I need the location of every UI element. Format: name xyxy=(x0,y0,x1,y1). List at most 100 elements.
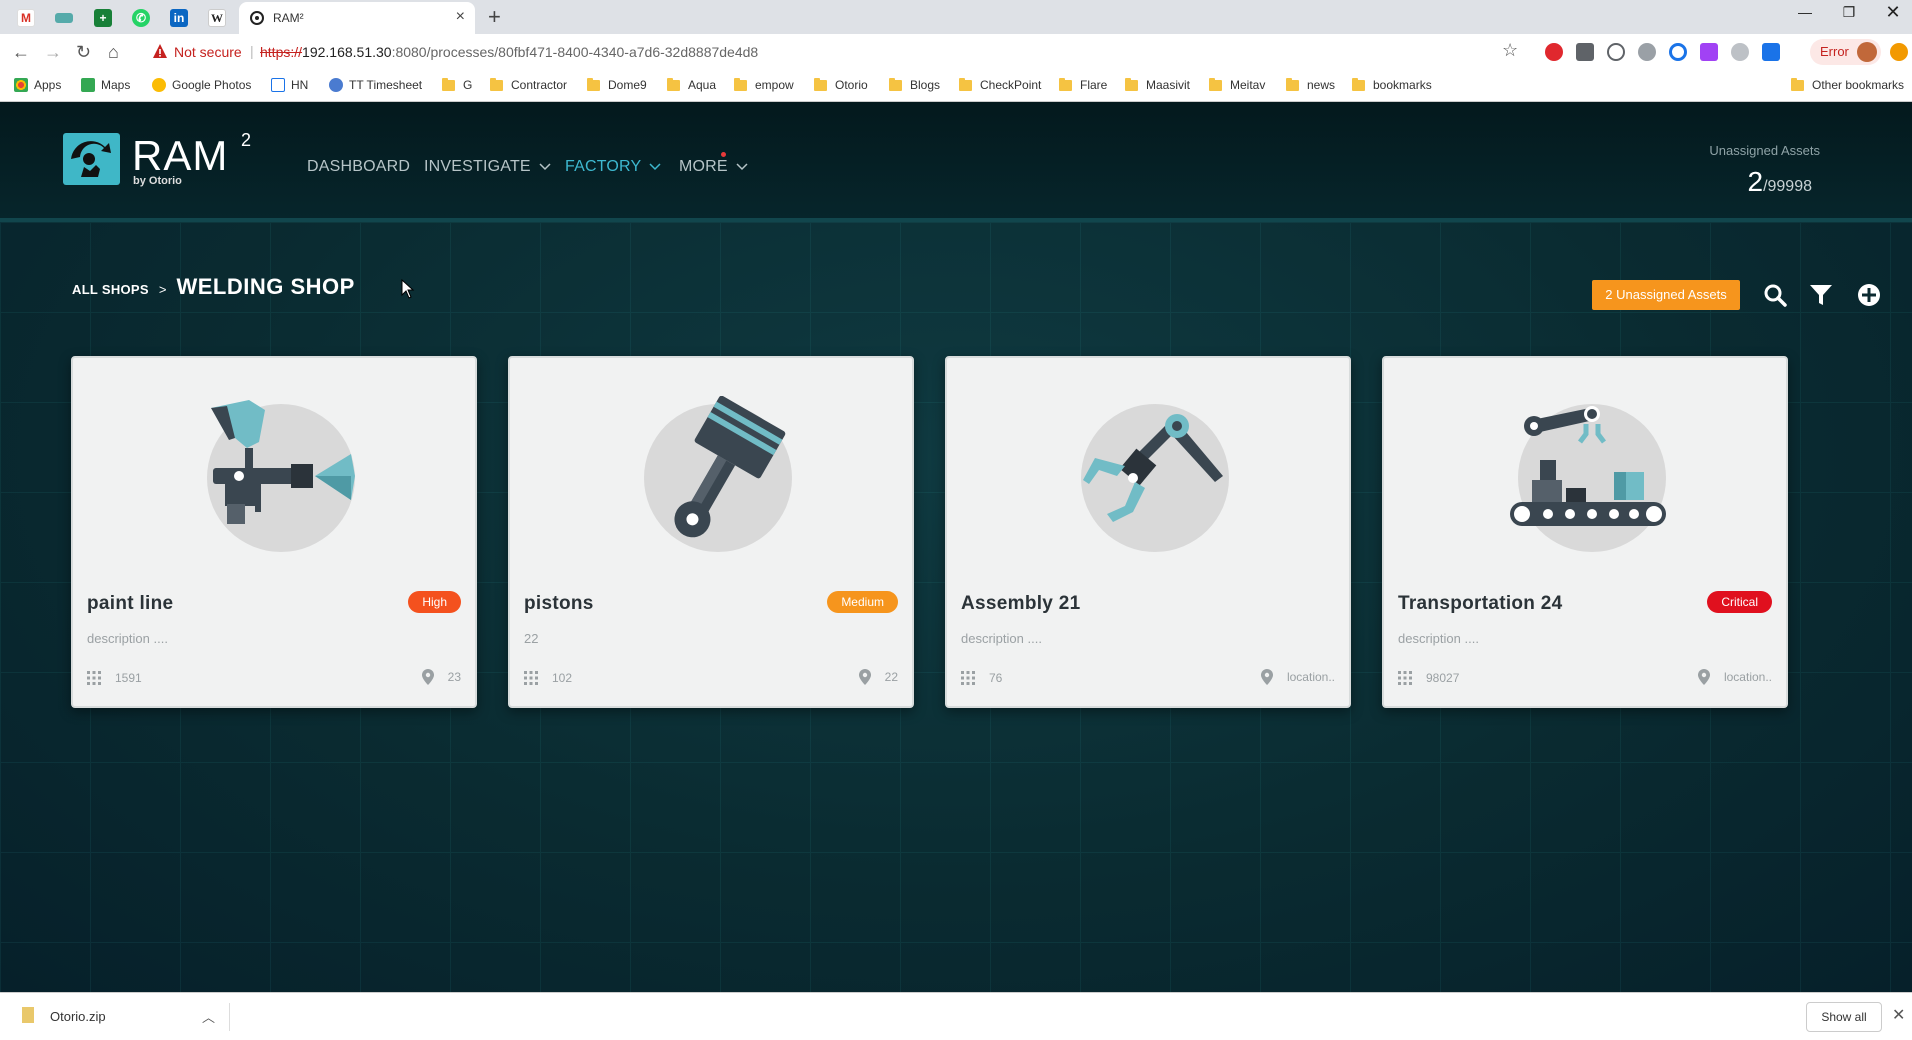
breadcrumb-all-shops[interactable]: ALL SHOPS xyxy=(72,282,149,297)
linkedin-icon: in xyxy=(170,9,188,27)
profile-error-button[interactable]: Error xyxy=(1810,39,1881,65)
other-bookmarks[interactable]: Other bookmarks xyxy=(1791,77,1904,92)
nav-factory[interactable]: FACTORY xyxy=(565,158,661,176)
bookmark-label: Contractor xyxy=(511,78,568,92)
bookmark-label: Google Photos xyxy=(172,78,252,92)
bookmark-folder-news[interactable]: news xyxy=(1286,77,1335,92)
card-description: description .... xyxy=(961,631,1042,646)
severity-badge: Medium xyxy=(827,591,898,613)
pinned-tab-gmail[interactable]: M xyxy=(9,4,43,32)
pinned-tab-sheets[interactable]: + xyxy=(86,4,120,32)
minimize-window-button[interactable]: — xyxy=(1785,4,1825,20)
address-bar[interactable]: Not secure | https://192.168.51.30:8080/… xyxy=(142,38,1532,66)
folder-icon xyxy=(1125,77,1138,91)
unassigned-assets-count[interactable]: 2/99998 xyxy=(1747,166,1812,198)
chevron-up-icon[interactable]: ︿ xyxy=(202,1007,215,1026)
robot-arm-icon xyxy=(1083,414,1223,522)
close-download-bar-icon[interactable]: ✕ xyxy=(1892,1005,1905,1025)
bookmark-folder-dome9[interactable]: Dome9 xyxy=(587,77,647,92)
bookmark-folder-aqua[interactable]: Aqua xyxy=(667,77,716,92)
home-icon[interactable]: ⌂ xyxy=(108,42,119,63)
chevron-down-icon xyxy=(649,163,661,171)
folder-icon xyxy=(889,77,902,91)
bookmark-folder-otorio[interactable]: Otorio xyxy=(814,77,868,92)
new-tab-button[interactable]: + xyxy=(488,4,501,30)
unassigned-assets-button[interactable]: 2 Unassigned Assets xyxy=(1592,280,1740,310)
restore-window-button[interactable]: ❐ xyxy=(1829,4,1869,21)
bookmark-folder-checkpoint[interactable]: CheckPoint xyxy=(959,77,1041,92)
search-icon[interactable] xyxy=(1762,282,1788,308)
reload-icon[interactable]: ↻ xyxy=(76,42,91,63)
process-card-assembly-21[interactable]: Assembly 21 description .... 76 location… xyxy=(945,356,1351,708)
pinned-tab-linkedin[interactable]: in xyxy=(162,4,196,32)
asset-count-value: 76 xyxy=(989,671,1003,685)
severity-badge: High xyxy=(408,591,461,613)
bookmark-folder-contractor[interactable]: Contractor xyxy=(490,77,568,92)
card-description: description .... xyxy=(1398,631,1479,646)
location-value: 23 xyxy=(447,670,461,684)
bookmark-folder-empow[interactable]: empow xyxy=(734,77,794,92)
download-item[interactable]: Otorio.zip ︿ xyxy=(20,1003,230,1031)
pinned-tab-wikipedia[interactable]: W xyxy=(200,4,234,32)
page-title: WELDING SHOP xyxy=(176,274,355,299)
severity-badge: Critical xyxy=(1707,591,1772,613)
bookmark-label: Dome9 xyxy=(608,78,647,92)
extension-icon[interactable] xyxy=(1731,43,1749,61)
url-path: :8080/processes/80fbf471-8400-4340-a7d6-… xyxy=(391,44,759,60)
nav-dashboard[interactable]: DASHBOARD xyxy=(307,158,410,176)
bookmark-folder-flare[interactable]: Flare xyxy=(1059,77,1108,92)
bookmark-folder-g[interactable]: G xyxy=(442,77,472,92)
process-card-paint-line[interactable]: paint line High description .... 1591 23 xyxy=(71,356,477,708)
pinned-tab-whatsapp[interactable]: ✆ xyxy=(124,4,158,32)
bookmarks-bar: Apps Maps Google Photos HN TT Timesheet … xyxy=(0,70,1912,102)
bookmark-folder-bookmarks[interactable]: bookmarks xyxy=(1352,77,1432,92)
download-bar: Otorio.zip ︿ Show all ✕ xyxy=(0,992,1912,1040)
not-secure-label[interactable]: Not secure xyxy=(174,44,242,60)
add-circle-icon[interactable] xyxy=(1856,282,1882,308)
location-value: 22 xyxy=(884,670,898,684)
chevron-down-icon xyxy=(736,163,748,171)
extension-icon[interactable] xyxy=(1576,43,1594,61)
extension-icon[interactable] xyxy=(1700,43,1718,61)
ram2-app: RAM 2 by Otorio DASHBOARD INVESTIGATE FA… xyxy=(0,102,1912,992)
forward-icon[interactable]: → xyxy=(44,42,62,63)
close-tab-icon[interactable]: × xyxy=(456,8,465,26)
bookmark-google-photos[interactable]: Google Photos xyxy=(152,78,251,92)
chat-extension-icon[interactable] xyxy=(1762,43,1780,61)
bookmark-label: HN xyxy=(291,78,309,92)
bookmark-maps[interactable]: Maps xyxy=(81,78,130,92)
ram-logo-icon[interactable] xyxy=(63,133,120,185)
back-icon[interactable]: ← xyxy=(12,42,30,63)
url-text[interactable]: https://192.168.51.30:8080/processes/80f… xyxy=(260,44,758,60)
filter-icon[interactable] xyxy=(1808,282,1834,308)
extension-icon[interactable] xyxy=(1607,43,1625,61)
bookmark-folder-maasivit[interactable]: Maasivit xyxy=(1125,77,1190,92)
opera-extension-icon[interactable] xyxy=(1545,43,1563,61)
process-card-transportation-24[interactable]: Transportation 24 Critical description .… xyxy=(1382,356,1788,708)
bookmark-hn[interactable]: HN xyxy=(271,78,308,92)
url-host: 192.168.51.30 xyxy=(302,44,392,60)
ram-favicon-icon xyxy=(250,11,264,25)
pinned-tab-drive[interactable] xyxy=(47,4,81,32)
bookmark-label: Flare xyxy=(1080,78,1108,92)
spray-gun-icon xyxy=(211,400,355,524)
bookmark-apps[interactable]: Apps xyxy=(14,78,61,92)
show-all-downloads-button[interactable]: Show all xyxy=(1806,1002,1882,1032)
bookmark-label: Blogs xyxy=(910,78,941,92)
nav-more[interactable]: MORE xyxy=(679,158,748,176)
bookmark-folder-meitav[interactable]: Meitav xyxy=(1209,77,1265,92)
location-pin-icon xyxy=(421,669,434,685)
browser-menu-button[interactable] xyxy=(1890,43,1908,61)
bookmark-folder-blogs[interactable]: Blogs xyxy=(889,77,941,92)
extension-icon[interactable] xyxy=(1638,43,1656,61)
bookmark-tt-timesheet[interactable]: TT Timesheet xyxy=(329,78,422,92)
extension-icon[interactable] xyxy=(1669,43,1687,61)
logo-text: RAM xyxy=(132,132,229,179)
process-card-pistons[interactable]: pistons Medium 22 102 22 xyxy=(508,356,914,708)
asset-count: 76 xyxy=(961,671,1002,685)
close-window-button[interactable]: ✕ xyxy=(1873,2,1912,23)
tab-ram2[interactable]: RAM² × xyxy=(239,2,475,34)
bookmark-star-icon[interactable]: ☆ xyxy=(1502,40,1518,61)
nav-investigate[interactable]: INVESTIGATE xyxy=(424,158,551,176)
download-filename: Otorio.zip xyxy=(50,1009,106,1024)
